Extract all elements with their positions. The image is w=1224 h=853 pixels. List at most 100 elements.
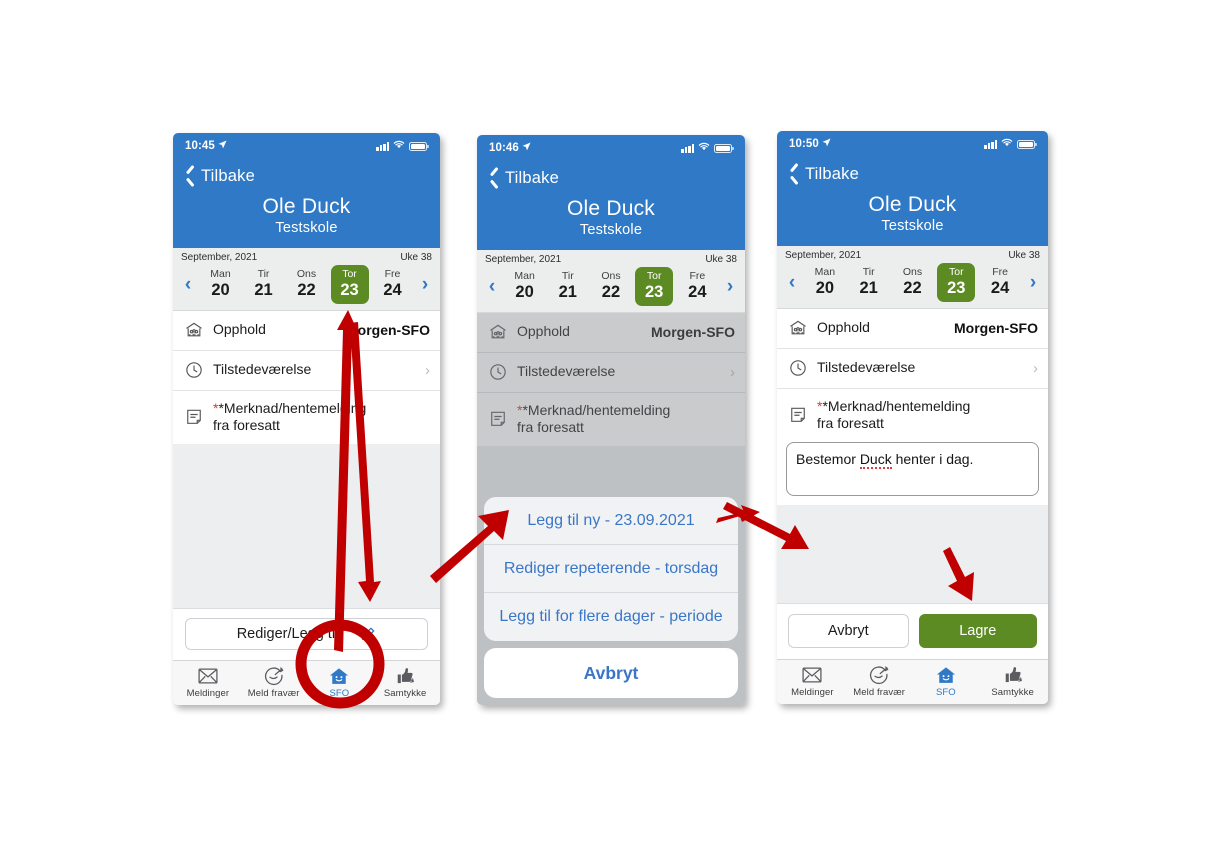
day-cell-tir[interactable]: Tir 21 [245,265,283,304]
day-cell-ons[interactable]: Ons 22 [592,267,630,306]
tab-sfo[interactable]: SFO [913,665,980,698]
row-tilstedevaerelse[interactable]: Tilstedeværelse › [777,349,1048,389]
row-label: **Merknad/hentemelding fra foresatt [213,399,367,434]
tab-meldinger[interactable]: Meldinger [175,666,241,699]
day-number: 21 [254,280,273,299]
row-merknad[interactable]: **Merknad/hentemelding fra foresatt [477,393,745,446]
detail-card: Opphold Morgen-SFO Tilstedeværelse › **M… [173,310,440,444]
next-week-button[interactable]: › [1022,273,1044,292]
phone-mockup-action-sheet: 10:46 Tilbake Ole Duck Testskole Septemb… [477,135,745,705]
tab-meld-fravaer[interactable]: Meld fravær [241,666,307,699]
action-sheet-cancel-button[interactable]: Avbryt [484,648,738,698]
next-week-button[interactable]: › [719,277,741,296]
back-button[interactable]: Tilbake [477,165,745,191]
day-cell-tor-selected[interactable]: Tor 23 [330,265,369,304]
tab-meldinger[interactable]: Meldinger [779,665,846,698]
day-cells: Man 20 Tir 21 Ons 22 Tor 23 Fre 24 [199,265,414,304]
tab-label: Samtykke [383,688,427,699]
page-subtitle: Testskole [275,220,338,236]
row-label: **Merknad/hentemelding fra foresatt [817,397,971,432]
chevron-right-icon: › [425,361,430,379]
tab-samtykke[interactable]: Samtykke [372,666,438,699]
edit-bar: Rediger/Legg til [173,608,440,660]
prev-week-button[interactable]: ‹ [177,275,199,294]
row-tilstedevaerelse[interactable]: Tilstedeværelse › [477,353,745,393]
row-label: Tilstedeværelse [817,359,916,376]
row-tilstedevaerelse[interactable]: Tilstedeværelse › [173,351,440,391]
day-number: 20 [211,280,230,299]
action-sheet-options: Legg til ny - 23.09.2021 Rediger repeter… [484,497,738,641]
cancel-button[interactable]: Avbryt [788,614,909,648]
clock-icon [488,362,508,382]
wifi-icon [393,140,405,152]
day-cell-tir[interactable]: Tir 21 [850,263,888,302]
pencil-icon[interactable] [360,626,376,642]
status-time: 10:45 [185,140,215,152]
day-number: 23 [644,282,664,301]
screen-body: Opphold Morgen-SFO Tilstedeværelse › **M… [777,308,1048,704]
week-label: Uke 38 [1008,250,1040,261]
action-legg-til-ny[interactable]: Legg til ny - 23.09.2021 [484,497,738,545]
day-abbrev: Tor [342,267,357,280]
day-cell-fre[interactable]: Fre 24 [374,265,412,304]
chevron-left-icon [184,167,195,185]
row-label-text: *Merknad/hentemelding fra foresatt [517,401,671,436]
tab-sfo[interactable]: SFO [307,666,373,699]
row-opphold[interactable]: Opphold Morgen-SFO [477,313,745,353]
row-opphold[interactable]: Opphold Morgen-SFO [173,311,440,351]
day-cell-tor-selected[interactable]: Tor 23 [937,263,976,302]
date-strip: September, 2021 Uke 38 ‹ Man 20 Tir 21 O… [173,248,440,311]
edit-add-button[interactable]: Rediger/Legg til [185,618,428,650]
day-cell-tor-selected[interactable]: Tor 23 [635,267,674,306]
save-button[interactable]: Lagre [918,614,1037,648]
next-week-button[interactable]: › [414,275,436,294]
tab-label: Samtykke [991,687,1034,698]
day-number: 21 [558,282,577,301]
row-label: Opphold [517,323,570,340]
day-cell-man[interactable]: Man 20 [806,263,844,302]
row-opphold[interactable]: Opphold Morgen-SFO [777,309,1048,349]
row-label: **Merknad/hentemelding fra foresatt [517,401,671,436]
action-rediger-repeterende[interactable]: Rediger repeterende - torsdag [484,545,738,593]
tab-label: SFO [935,687,956,698]
day-abbrev: Man [210,267,231,280]
row-label: Tilstedeværelse [517,363,616,380]
day-cell-man[interactable]: Man 20 [202,265,240,304]
tab-samtykke[interactable]: Samtykke [979,665,1046,698]
day-abbrev: Ons [601,269,621,282]
back-button[interactable]: Tilbake [777,161,1048,187]
tab-meld-fravaer[interactable]: Meld fravær [846,665,913,698]
battery-full-icon [1017,139,1037,149]
note-input[interactable]: Bestemor Duck henter i dag. [786,441,1039,496]
screen-header: Tilbake Ole Duck Testskole [477,161,745,250]
day-number: 20 [515,282,534,301]
signal-bars-icon [376,141,389,151]
prev-week-button[interactable]: ‹ [781,273,803,292]
day-cell-fre[interactable]: Fre 24 [981,263,1019,302]
day-cell-ons[interactable]: Ons 22 [893,263,931,302]
prev-week-button[interactable]: ‹ [481,277,503,296]
tab-label: Meldinger [186,688,230,699]
thumbs-up-icon [1002,665,1024,685]
house-smile-icon [935,665,957,685]
form-button-row: Avbryt Lagre [777,603,1048,659]
action-legg-til-periode[interactable]: Legg til for flere dager - periode [484,593,738,641]
note-text-before: Bestemor [796,450,860,467]
day-cell-ons[interactable]: Ons 22 [288,265,326,304]
row-merknad[interactable]: **Merknad/hentemelding fra foresatt [173,391,440,444]
chevron-left-icon [488,169,499,187]
day-cell-tir[interactable]: Tir 21 [549,267,587,306]
day-cells: Man 20 Tir 21 Ons 22 Tor 23 Fre 24 [803,263,1022,302]
back-button[interactable]: Tilbake [173,163,440,189]
note-icon [184,407,204,427]
signal-bars-icon [681,143,694,153]
day-abbrev: Tir [561,269,574,282]
clock-icon [184,360,204,380]
status-time: 10:46 [489,142,519,154]
day-cell-man[interactable]: Man 20 [506,267,544,306]
day-cell-fre[interactable]: Fre 24 [678,267,716,306]
tab-label: SFO [329,688,350,699]
day-abbrev: Tor [948,265,964,278]
row-merknad[interactable]: **Merknad/hentemelding fra foresatt [777,389,1048,437]
day-number: 22 [297,280,316,299]
